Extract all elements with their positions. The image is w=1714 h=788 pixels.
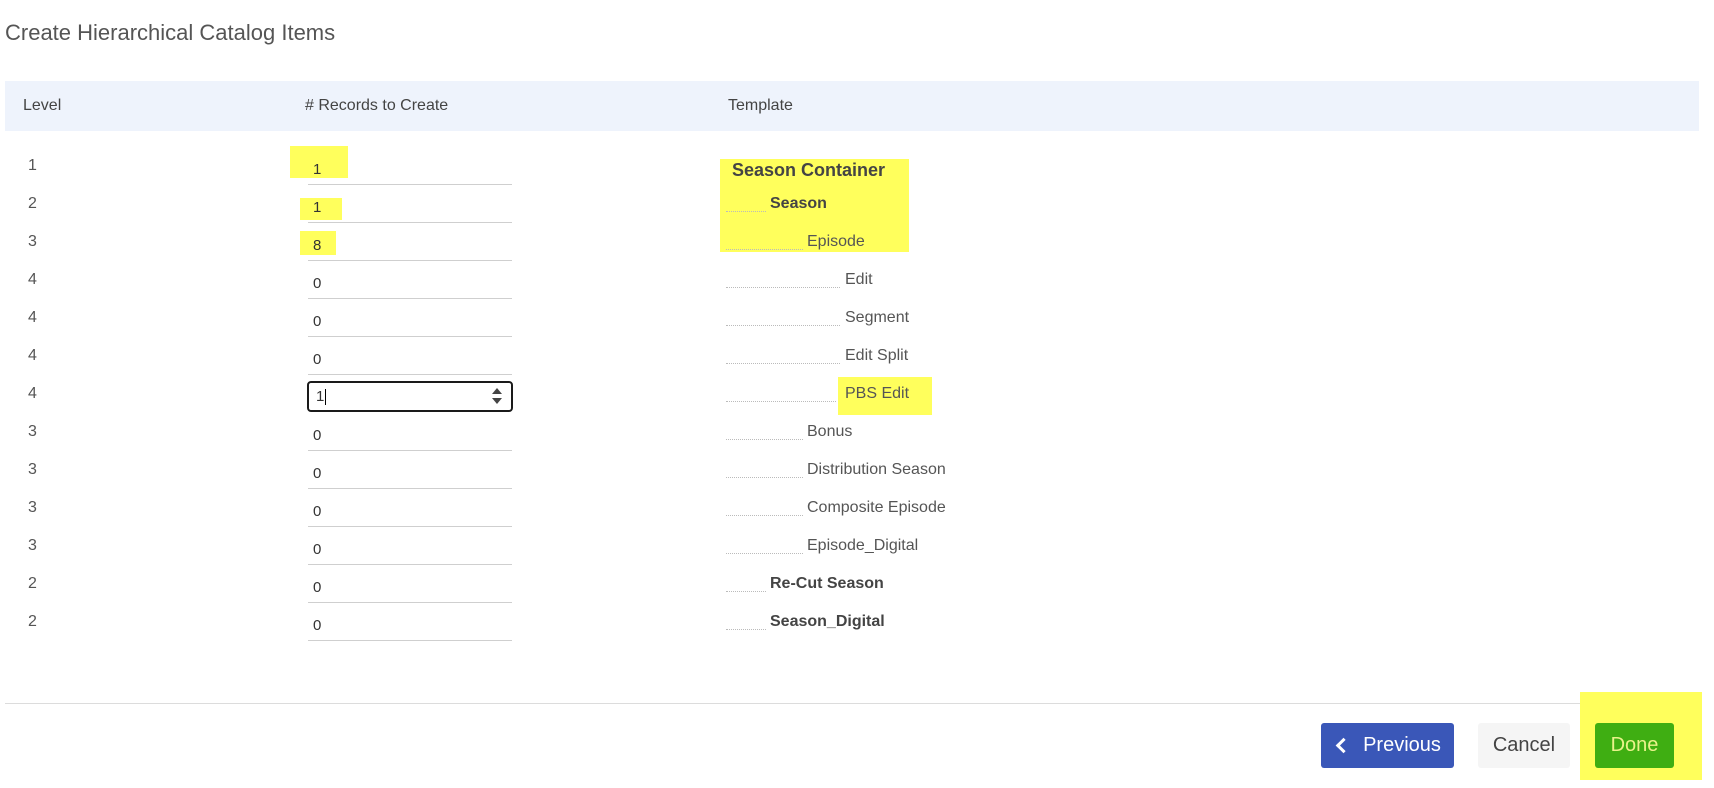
records-value: 1 (313, 199, 322, 216)
level-cell: 2 (28, 575, 37, 592)
spinner-up-icon[interactable] (492, 388, 502, 394)
records-input[interactable]: 0 (308, 567, 512, 603)
template-name: Episode_Digital (807, 537, 919, 554)
level-cell: 4 (28, 385, 37, 402)
table-header: Level # Records to Create Template (5, 81, 1699, 131)
records-value: 8 (313, 237, 322, 254)
records-input[interactable]: 0 (308, 301, 512, 337)
records-input[interactable]: 1 (290, 146, 512, 185)
records-input[interactable]: 0 (308, 263, 512, 299)
template-name: Bonus (807, 423, 853, 440)
number-spinner[interactable] (491, 386, 503, 407)
tree-guide (726, 629, 766, 630)
tree-guide (726, 363, 840, 364)
footer-divider (5, 703, 1699, 704)
chevron-left-icon (1335, 737, 1352, 754)
tree-guide (726, 477, 803, 478)
records-value: 0 (313, 579, 322, 596)
level-cell: 4 (28, 309, 37, 326)
records-value: 0 (313, 503, 322, 520)
table-row: 3 0 Distribution Season (0, 453, 1714, 491)
level-cell: 3 (28, 233, 37, 250)
tree-guide (726, 515, 803, 516)
page-title: Create Hierarchical Catalog Items (5, 20, 336, 45)
records-input[interactable]: 0 (308, 415, 512, 451)
table-row: 3 0 Bonus (0, 415, 1714, 453)
tree-guide (726, 553, 803, 554)
records-value: 0 (313, 313, 322, 330)
level-cell: 3 (28, 423, 37, 440)
template-name: Re-Cut Season (770, 575, 884, 592)
template-name: Segment (845, 309, 910, 326)
column-header-level: Level (23, 97, 62, 114)
records-value: 0 (313, 465, 322, 482)
records-input[interactable]: 1 (300, 187, 512, 223)
template-name: Season (770, 195, 827, 212)
previous-button[interactable]: Previous (1321, 723, 1454, 768)
template-name: Distribution Season (807, 461, 946, 478)
table-row: 2 0 Re-Cut Season (0, 567, 1714, 605)
table-row: 1 1 Season Container (0, 146, 1714, 187)
level-cell: 2 (28, 613, 37, 630)
records-value: 1 (313, 161, 322, 178)
records-value: 0 (313, 275, 322, 292)
column-header-template: Template (728, 97, 793, 114)
records-input[interactable]: 0 (308, 605, 512, 641)
table-row: 2 0 Season_Digital (0, 605, 1714, 643)
table-row: 4 0 Edit Split (0, 339, 1714, 377)
records-input[interactable]: 0 (308, 453, 512, 489)
level-cell: 3 (28, 499, 37, 516)
level-cell: 3 (28, 461, 37, 478)
tree-guide (726, 287, 840, 288)
tree-guide (726, 249, 803, 250)
table-row: 4 0 Segment (0, 301, 1714, 339)
records-value: 0 (313, 541, 322, 558)
table-row: 4 1 PBS Edit (0, 377, 1714, 415)
level-cell: 1 (28, 157, 37, 174)
tree-guide (726, 211, 766, 212)
cancel-button[interactable]: Cancel (1478, 723, 1570, 768)
template-name: Season Container (732, 160, 886, 180)
template-name: Edit Split (845, 347, 909, 364)
records-input-focused[interactable]: 1 (307, 381, 513, 412)
template-name: Edit (845, 271, 873, 288)
records-value: 1 (316, 388, 327, 406)
records-input[interactable]: 0 (308, 529, 512, 565)
template-name: Episode (807, 233, 865, 250)
table-row: 2 1 Season (0, 187, 1714, 225)
table-row: 3 0 Composite Episode (0, 491, 1714, 529)
records-value: 0 (313, 427, 322, 444)
level-cell: 4 (28, 271, 37, 288)
previous-label: Previous (1363, 734, 1441, 756)
tree-guide (726, 325, 840, 326)
spinner-down-icon[interactable] (492, 398, 502, 404)
table-row: 4 0 Edit (0, 263, 1714, 301)
column-header-records: # Records to Create (305, 97, 449, 114)
table-row: 3 8 Episode (0, 225, 1714, 263)
done-button[interactable]: Done (1595, 723, 1674, 768)
tree-guide (726, 439, 803, 440)
tree-guide (726, 591, 766, 592)
records-input[interactable]: 0 (308, 339, 512, 375)
template-name: PBS Edit (845, 385, 910, 402)
records-input[interactable]: 0 (308, 491, 512, 527)
level-cell: 2 (28, 195, 37, 212)
template-name: Season_Digital (770, 613, 885, 630)
records-input[interactable]: 8 (300, 225, 512, 261)
level-cell: 3 (28, 537, 37, 554)
template-name: Composite Episode (807, 499, 946, 516)
records-value: 0 (313, 617, 322, 634)
text-caret (325, 389, 327, 406)
records-value: 0 (313, 351, 322, 368)
table-row: 3 0 Episode_Digital (0, 529, 1714, 567)
level-cell: 4 (28, 347, 37, 364)
tree-guide (726, 401, 836, 402)
